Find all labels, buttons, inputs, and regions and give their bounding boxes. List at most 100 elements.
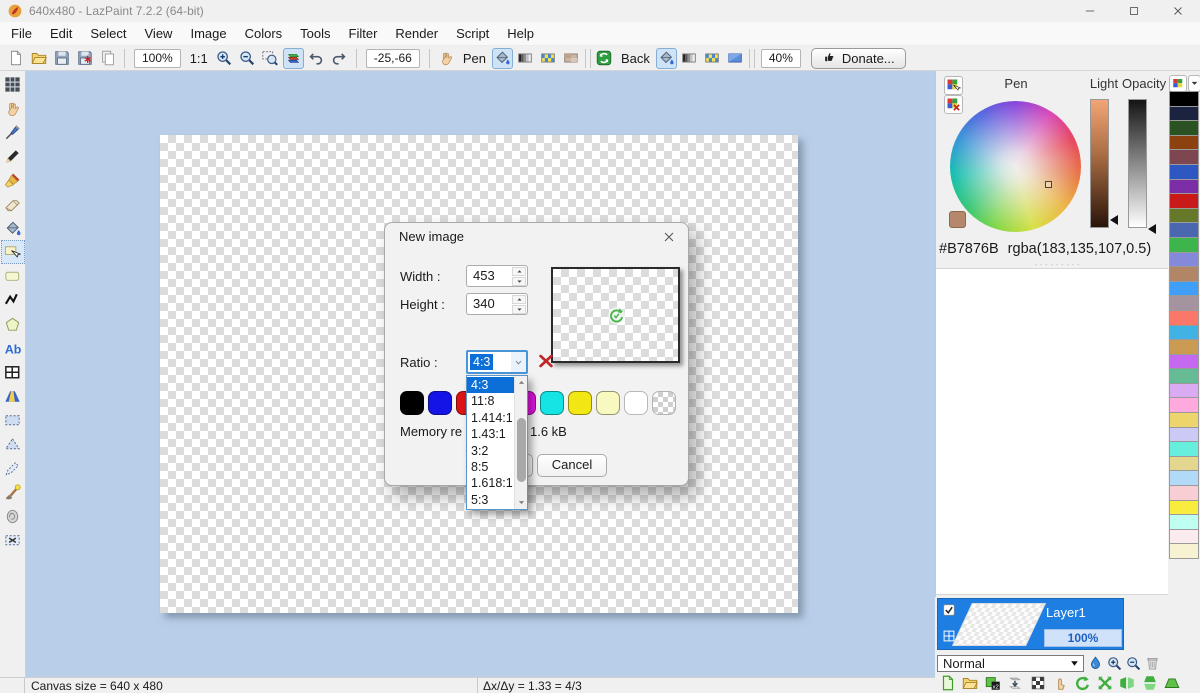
poly-select-tool[interactable] [1, 432, 25, 456]
open-folder-button[interactable] [28, 48, 49, 69]
shape-edit-tool[interactable] [1, 240, 25, 264]
light-slider[interactable] [1090, 99, 1109, 228]
layer-thumbnail[interactable] [952, 603, 1046, 646]
zoom-in-button[interactable] [214, 48, 235, 69]
layer-opacity-bar[interactable]: 100% [1044, 629, 1122, 647]
width-spinner[interactable]: 453 [466, 265, 528, 287]
pencil-tool[interactable] [1, 144, 25, 168]
rect-shape-tool[interactable] [1, 264, 25, 288]
zoom-in-layer-button[interactable] [1105, 654, 1123, 672]
palette-color[interactable] [1169, 135, 1199, 151]
palette-color[interactable] [1169, 193, 1199, 209]
ratio-chevron-icon[interactable] [511, 352, 526, 372]
new-file-button[interactable] [5, 48, 26, 69]
delete-layer-button[interactable] [1143, 654, 1161, 672]
cancel-button[interactable]: Cancel [537, 454, 607, 477]
zoom-out-layer-button[interactable] [1124, 654, 1142, 672]
move-layer-button[interactable] [1050, 673, 1070, 692]
menu-edit[interactable]: Edit [41, 24, 81, 43]
current-color-swatch[interactable] [949, 211, 966, 228]
layer-stack-button[interactable] [283, 48, 304, 69]
merge-layer-down-button[interactable] [1005, 673, 1025, 692]
menu-colors[interactable]: Colors [236, 24, 292, 43]
blend-mode-select[interactable]: Normal [937, 655, 1084, 672]
palette-color[interactable] [1169, 222, 1199, 238]
palette-color[interactable] [1169, 179, 1199, 195]
scroll-down-icon[interactable] [515, 496, 528, 509]
perspective-layer-button[interactable] [1162, 673, 1182, 692]
height-spinner[interactable]: 340 [466, 293, 528, 315]
color-wheel-marker[interactable] [1045, 181, 1052, 188]
palette-color[interactable] [1169, 456, 1199, 472]
save-button[interactable] [51, 48, 72, 69]
ratio-delete-icon[interactable] [537, 352, 555, 370]
opacity-slider[interactable] [1128, 99, 1147, 228]
scroll-up-icon[interactable] [515, 376, 528, 389]
palette-color[interactable] [1169, 339, 1199, 355]
dropdown-scrollbar[interactable] [514, 376, 527, 509]
menu-script[interactable]: Script [447, 24, 498, 43]
menu-view[interactable]: View [136, 24, 182, 43]
swap-colors-button[interactable] [594, 48, 615, 69]
palette-color[interactable] [1169, 383, 1199, 399]
hand-button[interactable] [436, 48, 457, 69]
palette-color[interactable] [1169, 252, 1199, 268]
rotate-layer-button[interactable] [1072, 673, 1092, 692]
fill-solid-button[interactable] [656, 48, 677, 69]
ratio-option[interactable]: 1.618:1 [467, 475, 514, 491]
flip-horizontal-button[interactable] [1117, 673, 1137, 692]
add-to-palette-button[interactable] [944, 76, 963, 95]
palette-color[interactable] [1169, 149, 1199, 165]
palette-color[interactable] [1169, 164, 1199, 180]
text-tool[interactable]: Ab [1, 336, 25, 360]
preset-color-swatch[interactable] [428, 391, 452, 415]
picker-tool[interactable] [1, 120, 25, 144]
fill-gradient-button[interactable] [679, 48, 700, 69]
save-as-button[interactable] [74, 48, 95, 69]
zoom-fit-button[interactable] [260, 48, 281, 69]
palette-color[interactable] [1169, 529, 1199, 545]
palette-color[interactable] [1169, 427, 1199, 443]
layer-row-selected[interactable]: Layer1 100% [937, 598, 1124, 650]
brush-select-tool[interactable] [1, 480, 25, 504]
fill-texture-button[interactable] [538, 48, 559, 69]
width-spin-up[interactable] [512, 267, 526, 276]
stretch-layer-button[interactable] [1095, 673, 1115, 692]
donate-button[interactable]: Donate... [811, 48, 906, 69]
ratio-option[interactable]: 4:3 [467, 377, 514, 393]
preset-color-swatch[interactable] [652, 391, 676, 415]
width-value[interactable]: 453 [473, 268, 495, 283]
minimize-button[interactable] [1068, 0, 1112, 22]
color-wheel[interactable] [950, 101, 1081, 232]
duplicate-layer-button[interactable]: x2 [983, 673, 1003, 692]
add-layer-button[interactable] [938, 673, 958, 692]
palette-color[interactable] [1169, 485, 1199, 501]
height-value[interactable]: 340 [473, 296, 495, 311]
pen-select-tool[interactable] [1, 456, 25, 480]
brush-tool[interactable] [1, 168, 25, 192]
palette-color[interactable] [1169, 310, 1199, 326]
undo-button[interactable] [306, 48, 327, 69]
scrollbar-thumb[interactable] [517, 418, 526, 482]
maximize-button[interactable] [1112, 0, 1156, 22]
opacity-slider-handle[interactable] [1148, 224, 1156, 234]
preset-color-swatch[interactable] [540, 391, 564, 415]
preset-color-swatch[interactable] [568, 391, 592, 415]
polygon-tool[interactable] [1, 312, 25, 336]
palette-color[interactable] [1169, 325, 1199, 341]
tolerance[interactable]: 40% [761, 49, 801, 68]
flip-vertical-button[interactable] [1140, 673, 1160, 692]
fill-solid-button[interactable] [492, 48, 513, 69]
palette-color[interactable] [1169, 470, 1199, 486]
height-spin-up[interactable] [512, 295, 526, 304]
eraser-tool[interactable] [1, 192, 25, 216]
layer-checker-button[interactable] [1028, 673, 1048, 692]
preset-color-swatch[interactable] [624, 391, 648, 415]
palette-color[interactable] [1169, 543, 1199, 559]
grid-tool[interactable] [1, 72, 25, 96]
palette-menu-button[interactable] [1169, 75, 1187, 92]
texture-sample-button[interactable] [561, 48, 582, 69]
menu-render[interactable]: Render [386, 24, 447, 43]
palette-color[interactable] [1169, 397, 1199, 413]
fill-tool[interactable] [1, 216, 25, 240]
